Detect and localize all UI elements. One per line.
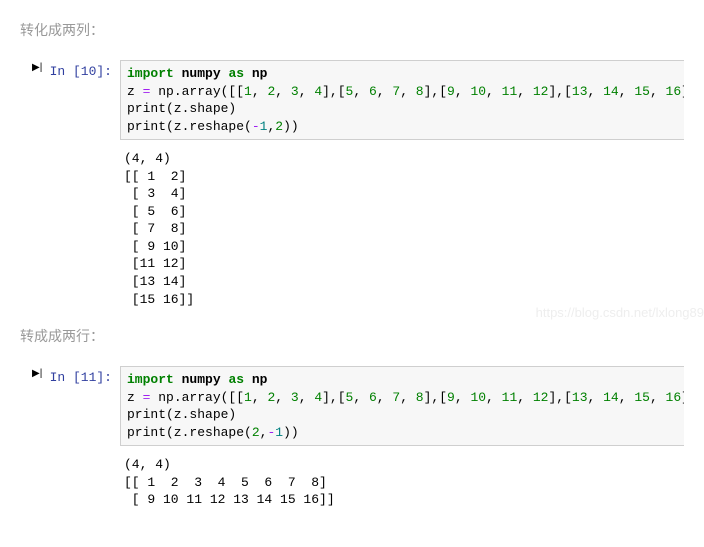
num-1: 1 [275, 425, 283, 440]
section-title-2: 转成成两行： [20, 326, 684, 346]
mod-numpy: numpy [182, 372, 221, 387]
num-2: 2 [275, 119, 283, 134]
num-2: 2 [252, 425, 260, 440]
code-l4a: print(z.reshape( [127, 425, 252, 440]
code-array-open: np.array([[ [150, 84, 244, 99]
input-prompt-1: In [10]: [42, 60, 120, 79]
kw-as: as [228, 66, 244, 81]
code-l3: print(z.shape) [127, 101, 236, 116]
input-prompt-2: In [11]: [42, 366, 120, 385]
code-array-open: np.array([[ [150, 390, 244, 405]
code-block-1[interactable]: import numpy as np z = np.array([[1, 2, … [120, 60, 684, 140]
output-block-1: (4, 4) [[ 1 2] [ 3 4] [ 5 6] [ 7 8] [ 9 … [124, 144, 684, 326]
run-icon[interactable]: ▶| [32, 60, 40, 73]
code-block-2[interactable]: import numpy as np z = np.array([[1, 2, … [120, 366, 684, 446]
mod-numpy: numpy [182, 66, 221, 81]
kw-as: as [228, 372, 244, 387]
array-literals-1: 1, 2, 3, 4],[5, 6, 7, 8],[9, 10, 11, 12]… [244, 84, 684, 99]
code-l4a: print(z.reshape( [127, 119, 252, 134]
array-literals-2: 1, 2, 3, 4],[5, 6, 7, 8],[9, 10, 11, 12]… [244, 390, 684, 405]
code-z: z [127, 390, 143, 405]
run-icon[interactable]: ▶| [32, 366, 40, 379]
code-l4end: )) [283, 119, 299, 134]
code-cell-2: ▶| In [11]: import numpy as np z = np.ar… [32, 366, 684, 446]
kw-import: import [127, 372, 174, 387]
output-block-2: (4, 4) [[ 1 2 3 4 5 6 7 8] [ 9 10 11 12 … [124, 450, 684, 527]
kw-import: import [127, 66, 174, 81]
alias-np: np [252, 372, 268, 387]
alias-np: np [252, 66, 268, 81]
code-z: z [127, 84, 143, 99]
code-l3: print(z.shape) [127, 407, 236, 422]
code-l4end: )) [283, 425, 299, 440]
section-title-1: 转化成两列： [20, 20, 684, 40]
code-cell-1: ▶| In [10]: import numpy as np z = np.ar… [32, 60, 684, 140]
neg-sign: - [252, 119, 260, 134]
